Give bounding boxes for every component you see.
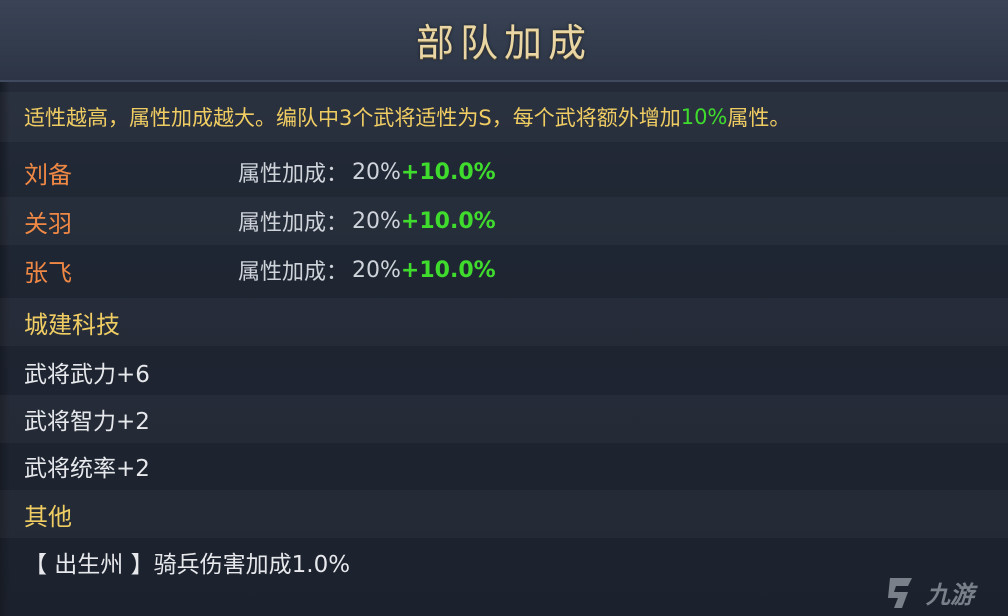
tech-item: 武将智力+2 [0, 395, 1008, 443]
tech-item: 武将武力+6 [0, 348, 1008, 396]
description-suffix: 属性。 [727, 106, 791, 130]
title-bar: 部队加成 [0, 0, 1008, 82]
section-heading-other: 其他 [0, 490, 1008, 538]
attr-value: 20% [352, 257, 401, 283]
general-row: 关羽 属性加成： 20% +10.0% [0, 197, 1008, 245]
attr-bonus: +10.0% [400, 208, 496, 234]
general-row: 张飞 属性加成： 20% +10.0% [0, 246, 1008, 294]
panel-title: 部队加成 [415, 21, 592, 65]
general-name: 张飞 [24, 258, 72, 287]
watermark-text: 九游 [926, 580, 974, 609]
description-prefix: 适性越高，属性加成越大。编队中3个武将适性为S，每个武将额外增加 [24, 106, 681, 130]
tech-item-text: 武将统率+2 [24, 456, 150, 482]
other-item-text: 【 出生州 】骑兵伤害加成1.0% [24, 552, 351, 578]
tech-item-text: 武将武力+6 [24, 362, 150, 388]
general-name: 刘备 [24, 160, 72, 189]
watermark: 九游 [882, 572, 1002, 612]
attr-bonus: +10.0% [400, 257, 496, 283]
tech-item-text: 武将智力+2 [24, 409, 150, 435]
other-heading: 其他 [24, 502, 72, 531]
attr-label: 属性加成： [238, 211, 349, 236]
attr-value: 20% [352, 208, 401, 234]
attr-label: 属性加成： [238, 162, 349, 187]
attr-bonus: +10.0% [400, 159, 496, 185]
general-row: 刘备 属性加成： 20% +10.0% [0, 148, 1008, 196]
tech-item: 武将统率+2 [0, 442, 1008, 490]
other-item: 【 出生州 】骑兵伤害加成1.0% [0, 538, 1008, 586]
section-heading-tech: 城建科技 [0, 298, 1008, 346]
description-row: 适性越高，属性加成越大。编队中3个武将适性为S，每个武将额外增加 10% 属性。 [0, 92, 1008, 142]
troop-bonus-panel: 部队加成 适性越高，属性加成越大。编队中3个武将适性为S，每个武将额外增加 10%… [0, 0, 1008, 616]
general-name: 关羽 [24, 209, 72, 238]
jiuyou-logo-icon [888, 578, 912, 608]
description-highlight: 10% [680, 105, 728, 129]
attr-value: 20% [352, 159, 401, 185]
tech-heading: 城建科技 [24, 310, 120, 339]
attr-label: 属性加成： [238, 260, 349, 285]
